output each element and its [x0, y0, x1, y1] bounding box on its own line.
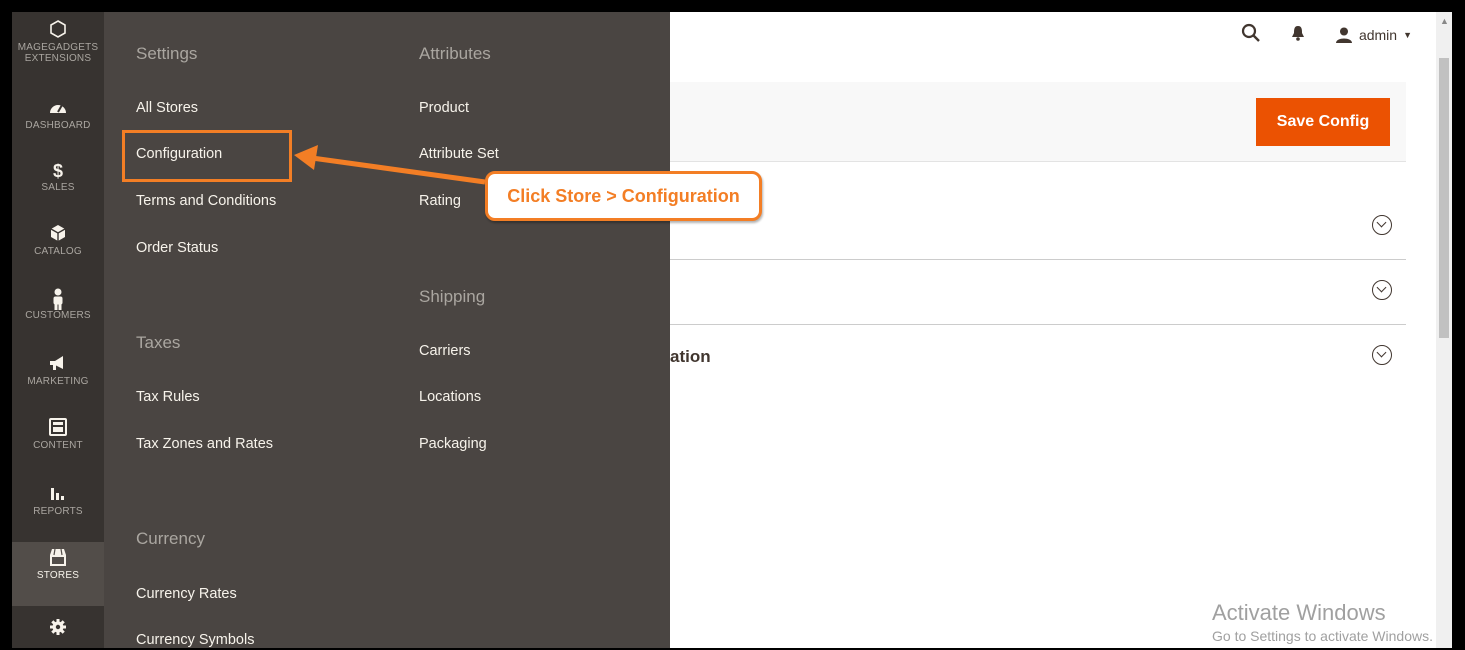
sidebar-item-stores[interactable]: STORES — [12, 542, 104, 606]
sidebar-item-marketing[interactable]: MARKETING — [12, 354, 104, 418]
page-actions-bar: Save Config — [670, 82, 1406, 162]
annotation-callout: Click Store > Configuration — [485, 171, 762, 221]
store-icon — [12, 548, 104, 570]
bar-chart-icon — [12, 484, 104, 506]
hexagon-icon — [12, 20, 104, 42]
menu-link-packaging[interactable]: Packaging — [419, 436, 487, 452]
activate-windows-watermark: Activate Windows Go to Settings to activ… — [1212, 600, 1433, 644]
scrollbar-thumb[interactable] — [1439, 58, 1449, 338]
admin-user-menu[interactable]: admin ▼ — [1335, 27, 1412, 43]
expand-chevron-icon[interactable] — [1372, 280, 1392, 300]
sidebar-item-magegadgets[interactable]: MAGEGADGETS EXTENSIONS — [12, 20, 104, 84]
vertical-scrollbar[interactable]: ▲ — [1436, 12, 1452, 648]
sidebar-label-magegadgets: MAGEGADGETS EXTENSIONS — [17, 42, 99, 64]
sidebar-item-sales[interactable]: $ SALES — [12, 160, 104, 224]
sidebar-item-system[interactable] — [12, 618, 104, 648]
sidebar-label-stores: STORES — [36, 570, 80, 581]
config-section-3[interactable]: ation — [670, 325, 1406, 390]
header-actions: admin ▼ — [1241, 20, 1412, 50]
group-title-shipping: Shipping — [419, 287, 486, 306]
scroll-up-arrow-icon[interactable]: ▲ — [1440, 16, 1449, 26]
save-config-button[interactable]: Save Config — [1256, 98, 1390, 146]
config-section-2[interactable] — [670, 260, 1406, 325]
user-icon — [1335, 27, 1352, 43]
expand-chevron-icon[interactable] — [1372, 345, 1392, 365]
menu-link-attribute-set[interactable]: Attribute Set — [419, 146, 499, 162]
callout-text: Click Store > Configuration — [507, 186, 740, 206]
menu-link-rating[interactable]: Rating — [419, 193, 461, 209]
person-icon — [12, 288, 104, 310]
group-title-taxes: Taxes — [136, 333, 181, 352]
menu-link-currency-symbols[interactable]: Currency Symbols — [136, 632, 254, 648]
admin-sidebar: MAGEGADGETS EXTENSIONS DASHBOARD $ SALES… — [12, 12, 104, 648]
layout-icon — [12, 418, 104, 440]
sidebar-item-catalog[interactable]: CATALOG — [12, 224, 104, 288]
menu-link-tax-zones-and-rates[interactable]: Tax Zones and Rates — [136, 436, 273, 452]
bell-icon[interactable] — [1291, 25, 1305, 46]
sidebar-item-content[interactable]: CONTENT — [12, 418, 104, 482]
group-title-currency: Currency — [136, 529, 205, 548]
sidebar-item-customers[interactable]: CUSTOMERS — [12, 288, 104, 352]
app-window: MAGEGADGETS EXTENSIONS DASHBOARD $ SALES… — [12, 12, 1452, 648]
section-title: ation — [670, 347, 711, 366]
sidebar-item-dashboard[interactable]: DASHBOARD — [12, 98, 104, 162]
search-icon[interactable] — [1241, 23, 1261, 48]
stores-flyout-menu: Settings All Stores Configuration Terms … — [104, 12, 670, 648]
watermark-subtitle: Go to Settings to activate Windows. — [1212, 628, 1433, 644]
box-icon — [12, 224, 104, 246]
caret-down-icon: ▼ — [1403, 30, 1412, 40]
watermark-title: Activate Windows — [1212, 600, 1386, 625]
menu-link-locations[interactable]: Locations — [419, 389, 481, 405]
config-section-1[interactable] — [670, 195, 1406, 260]
dollar-icon: $ — [52, 161, 63, 181]
sidebar-label-reports: REPORTS — [33, 506, 83, 517]
menu-link-currency-rates[interactable]: Currency Rates — [136, 586, 237, 602]
sidebar-label-content: CONTENT — [33, 440, 83, 451]
group-title-settings: Settings — [136, 44, 198, 63]
sidebar-label-dashboard: DASHBOARD — [25, 120, 91, 131]
sidebar-item-reports[interactable]: REPORTS — [12, 484, 104, 548]
admin-username: admin — [1358, 27, 1398, 43]
menu-link-terms-and-conditions[interactable]: Terms and Conditions — [136, 193, 276, 209]
menu-link-carriers[interactable]: Carriers — [419, 343, 471, 359]
menu-link-order-status[interactable]: Order Status — [136, 240, 218, 256]
configuration-highlight-box — [122, 130, 292, 182]
sidebar-label-catalog: CATALOG — [34, 246, 82, 257]
group-title-attributes: Attributes — [419, 44, 491, 63]
sidebar-label-customers: CUSTOMERS — [25, 310, 91, 321]
menu-link-all-stores[interactable]: All Stores — [136, 100, 198, 116]
expand-chevron-icon[interactable] — [1372, 215, 1392, 235]
gear-icon — [12, 618, 104, 640]
sidebar-label-marketing: MARKETING — [27, 376, 89, 387]
menu-link-product[interactable]: Product — [419, 100, 469, 116]
dashboard-icon — [12, 98, 104, 120]
sidebar-label-sales: SALES — [41, 182, 75, 193]
menu-link-tax-rules[interactable]: Tax Rules — [136, 389, 200, 405]
megaphone-icon — [12, 354, 104, 376]
